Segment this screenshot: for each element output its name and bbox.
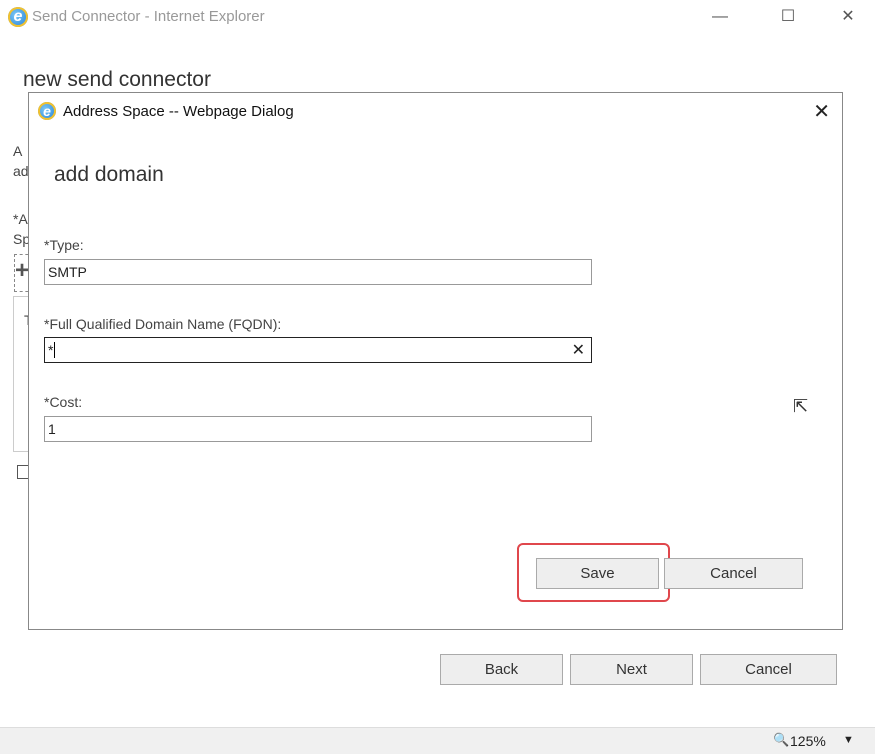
zoom-dropdown-icon[interactable]: ▼ [843,734,854,746]
fqdn-field[interactable]: * ✕ [44,337,592,363]
close-window-button[interactable]: ✕ [833,4,863,30]
ie-icon: e [38,102,56,120]
back-button[interactable]: Back [440,654,563,685]
bg-text: A [13,143,23,159]
cost-field[interactable]: 1 [44,416,592,442]
zoom-icon: 🔍 [773,732,790,747]
dialog-heading: add domain [54,163,164,186]
status-bar: 🔍 125% ▼ [0,727,875,754]
close-icon[interactable]: ✕ [813,99,830,124]
cancel-button[interactable]: Cancel [700,654,837,685]
next-button[interactable]: Next [570,654,693,685]
address-space-dialog: e Address Space -- Webpage Dialog ✕ add … [28,92,843,630]
minimize-button[interactable]: — [705,4,735,30]
page-title: new send connector [23,68,211,91]
bg-text: ad [13,163,29,179]
save-button[interactable]: Save [536,558,659,589]
cost-label: *Cost: [44,394,83,410]
zoom-level[interactable]: 125% [790,733,826,749]
fqdn-label: *Full Qualified Domain Name (FQDN): [44,316,282,332]
type-field[interactable]: SMTP [44,259,592,285]
bg-text: *A [13,211,28,227]
ie-icon: e [8,7,28,27]
type-label: *Type: [44,237,84,253]
window-title: Send Connector - Internet Explorer [32,8,265,25]
dialog-cancel-button[interactable]: Cancel [664,558,803,589]
fqdn-value: * [48,342,54,358]
dialog-title: Address Space -- Webpage Dialog [63,103,294,120]
mouse-cursor-icon: ⇱ [793,396,809,416]
clear-icon[interactable]: ✕ [572,340,585,360]
maximize-button[interactable]: ☐ [773,4,803,30]
